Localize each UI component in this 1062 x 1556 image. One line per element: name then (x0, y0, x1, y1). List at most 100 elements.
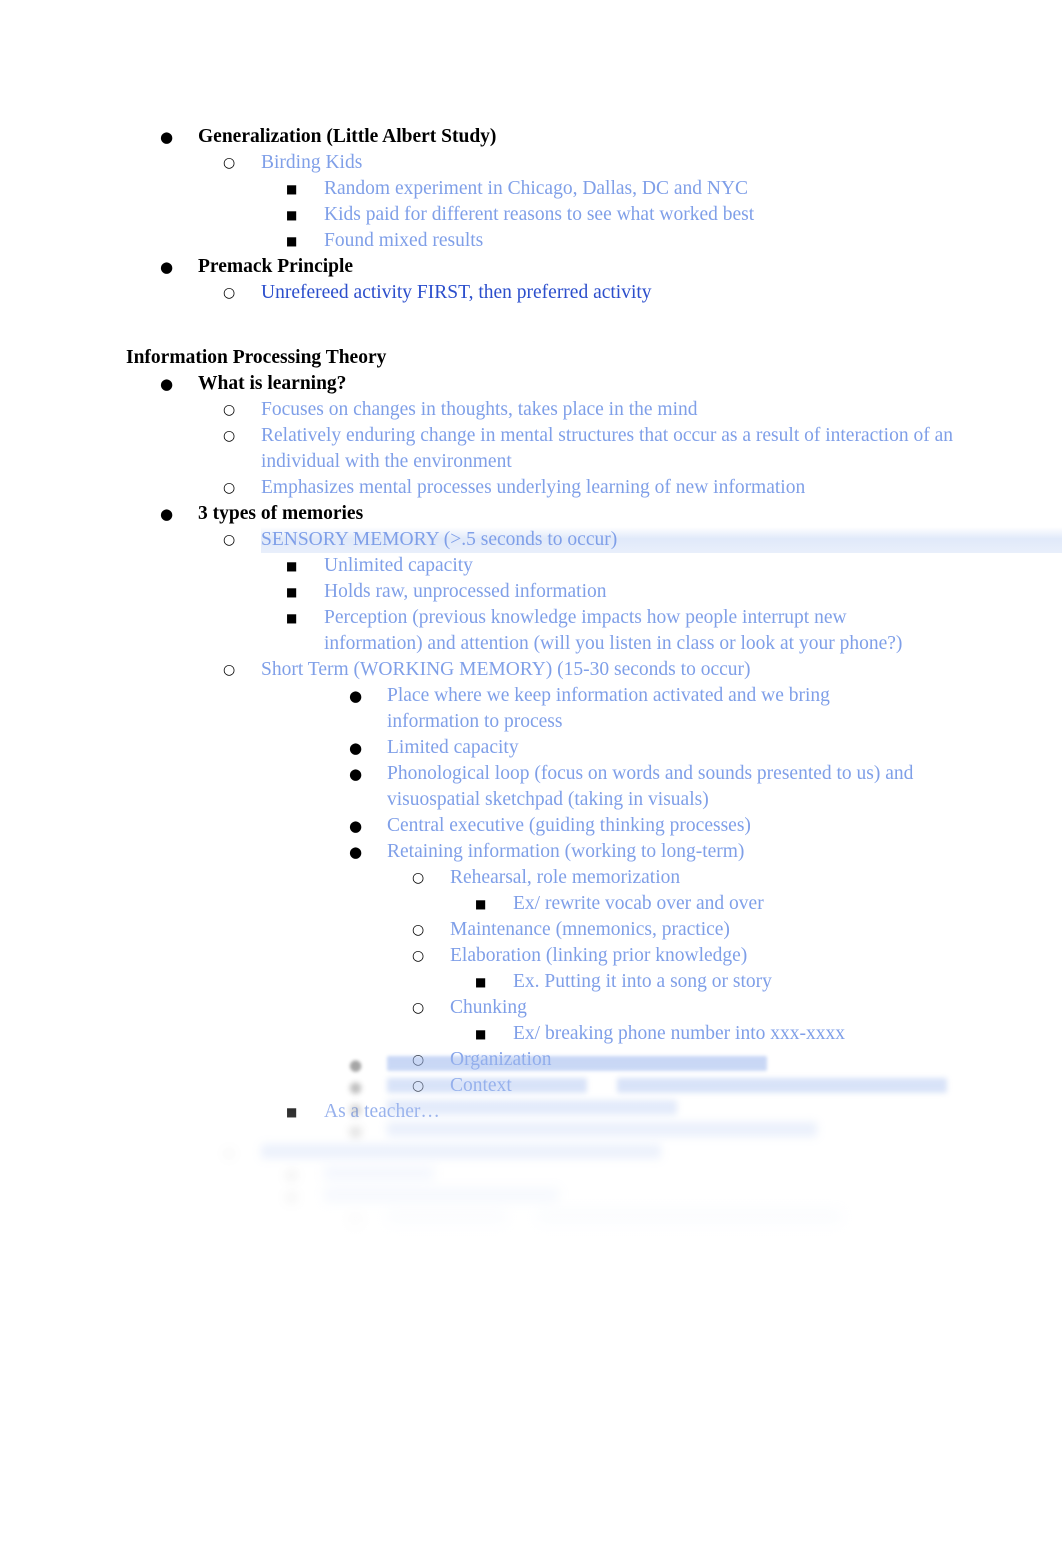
outline-text-obscured (324, 1162, 434, 1184)
outline-item: ○ Birding Kids (223, 150, 1062, 176)
square-bullet-icon: ■ (286, 559, 298, 573)
outline-text: Retaining information (working to long-t… (387, 841, 745, 862)
outline-item-obscured: ● (349, 1074, 969, 1096)
outline-item: ○ Chunking (412, 995, 1062, 1021)
outline-text: Unrefereed activity FIRST, then preferre… (261, 282, 652, 303)
outline-text: Found mixed results (324, 230, 484, 251)
outline-text: Ex. Putting it into a song or story (513, 971, 772, 992)
outline-text: Limited capacity (387, 737, 519, 758)
outline-item-obscured: ● (349, 1052, 767, 1074)
outline-item: ● Premack Principle (160, 254, 1062, 280)
outline-text-obscured (324, 1184, 559, 1206)
disc-bullet-icon: ● (160, 505, 174, 523)
outline-text: Emphasizes mental processes underlying l… (261, 477, 806, 498)
outline-item: ■ Kids paid for different reasons to see… (286, 202, 1062, 228)
circle-bullet-icon: ○ (223, 532, 236, 548)
outline-text: What is learning? (198, 373, 347, 394)
obscured-text-bar (387, 1210, 507, 1225)
outline-item: ○ Unrefereed activity FIRST, then prefer… (223, 280, 1062, 306)
top-margin (0, 0, 1062, 124)
outline-text: Relatively enduring change in mental str… (261, 425, 954, 472)
outline-text: Generalization (Little Albert Study) (198, 126, 497, 147)
outline-item: ○ Emphasizes mental processes underlying… (223, 475, 1062, 501)
outline-text-obscured (387, 1096, 677, 1118)
outline-item: ○ Rehearsal, role memorization (412, 865, 1062, 891)
obscured-text-bar (387, 1078, 587, 1093)
outline-text: Ex/ rewrite vocab over and over (513, 893, 764, 914)
circle-bullet-icon: ○ (223, 155, 236, 171)
disc-bullet-icon: ● (349, 817, 363, 835)
outline-text-obscured (387, 1074, 969, 1096)
outline-text-obscured (261, 1140, 661, 1162)
outline-text-obscured (387, 1206, 842, 1228)
square-bullet-icon: ■ (286, 182, 298, 196)
outline-text: Central executive (guiding thinking proc… (387, 815, 751, 836)
outline-text: Elaboration (linking prior knowledge) (450, 945, 748, 966)
obscured-text-bar (324, 1166, 434, 1181)
outline-text: Ex/ breaking phone number into xxx-xxxx (513, 1023, 845, 1044)
outline-item-obscured: ○ (223, 1140, 661, 1162)
disc-bullet-icon: ● (349, 765, 363, 783)
outline-text: Rehearsal, role memorization (450, 867, 681, 888)
circle-bullet-icon: ○ (412, 870, 425, 886)
square-bullet-icon: ■ (475, 975, 487, 989)
outline-text: Phonological loop (focus on words and so… (387, 763, 914, 810)
outline-text-obscured (387, 1118, 817, 1140)
outline-item: ■ Holds raw, unprocessed information (286, 579, 1062, 605)
circle-bullet-icon: ○ (223, 402, 236, 418)
square-bullet-icon: ■ (286, 208, 298, 222)
outline-item: ● Central executive (guiding thinking pr… (349, 813, 1062, 839)
outline-text-obscured (387, 1052, 767, 1074)
obscured-text-bar (617, 1078, 947, 1093)
outline-item: ● Limited capacity (349, 735, 1062, 761)
outline-item: ● Retaining information (working to long… (349, 839, 1062, 865)
outline-item: ● Generalization (Little Albert Study) (160, 124, 1062, 150)
outline-item: ■ Perception (previous knowledge impacts… (286, 605, 946, 657)
outline-item-obscured: ■ (286, 1184, 559, 1206)
section-heading: Information Processing Theory (126, 347, 387, 368)
circle-bullet-icon: ○ (223, 480, 236, 496)
circle-bullet-icon: ○ (223, 285, 236, 301)
disc-bullet-icon: ● (349, 687, 363, 705)
outline-item-obscured: ● (349, 1118, 817, 1140)
outline-text: 3 types of memories (198, 503, 364, 524)
outline-text: Birding Kids (261, 152, 363, 173)
outline-item: ● 3 types of memories (160, 501, 1062, 527)
square-bullet-icon: ■ (475, 1027, 487, 1041)
document-page: ● Generalization (Little Albert Study) ○… (0, 0, 1062, 1556)
obscured-text-bar (324, 1188, 559, 1203)
square-bullet-icon: ■ (286, 611, 298, 625)
outline-item: ● Phonological loop (focus on words and … (349, 761, 959, 813)
disc-bullet-icon: ● (160, 258, 174, 276)
square-bullet-icon: ■ (286, 234, 298, 248)
obscured-text-bar (537, 1210, 842, 1225)
obscured-text-bar (387, 1056, 767, 1071)
square-bullet-icon: ■ (475, 897, 487, 911)
disc-bullet-icon: ● (349, 1210, 363, 1228)
outline-text: Perception (previous knowledge impacts h… (324, 607, 903, 654)
disc-bullet-icon: ● (349, 739, 363, 757)
circle-bullet-icon: ○ (223, 428, 236, 444)
circle-bullet-icon: ○ (412, 1000, 425, 1016)
outline-item: ○ Focuses on changes in thoughts, takes … (223, 397, 1062, 423)
outline-item: ■ Unlimited capacity (286, 553, 1062, 579)
outline-item: ○ SENSORY MEMORY (>.5 seconds to occur) (223, 527, 1062, 553)
outline-text: Premack Principle (198, 256, 354, 277)
circle-bullet-icon: ○ (412, 948, 425, 964)
outline-text: Kids paid for different reasons to see w… (324, 204, 755, 225)
disc-bullet-icon: ● (349, 843, 363, 861)
outline-item: ■ Random experiment in Chicago, Dallas, … (286, 176, 1062, 202)
disc-bullet-icon: ● (160, 375, 174, 393)
outline-item: ■ Ex/ rewrite vocab over and over (475, 891, 1062, 917)
outline-item: ○ Elaboration (linking prior knowledge) (412, 943, 1062, 969)
outline-text: SENSORY MEMORY (>.5 seconds to occur) (261, 527, 1062, 553)
obscured-text-bar (261, 1144, 661, 1159)
outline-item: ■ Found mixed results (286, 228, 1062, 254)
obscured-content-region: ● ● ● ● ○ ■ ■ ● (0, 1052, 1062, 1312)
outline-item: ○ Relatively enduring change in mental s… (223, 423, 963, 475)
outline-item-obscured: ● (349, 1206, 842, 1228)
obscured-text-bar (387, 1100, 677, 1115)
square-bullet-icon: ■ (286, 585, 298, 599)
circle-bullet-icon: ○ (412, 922, 425, 938)
